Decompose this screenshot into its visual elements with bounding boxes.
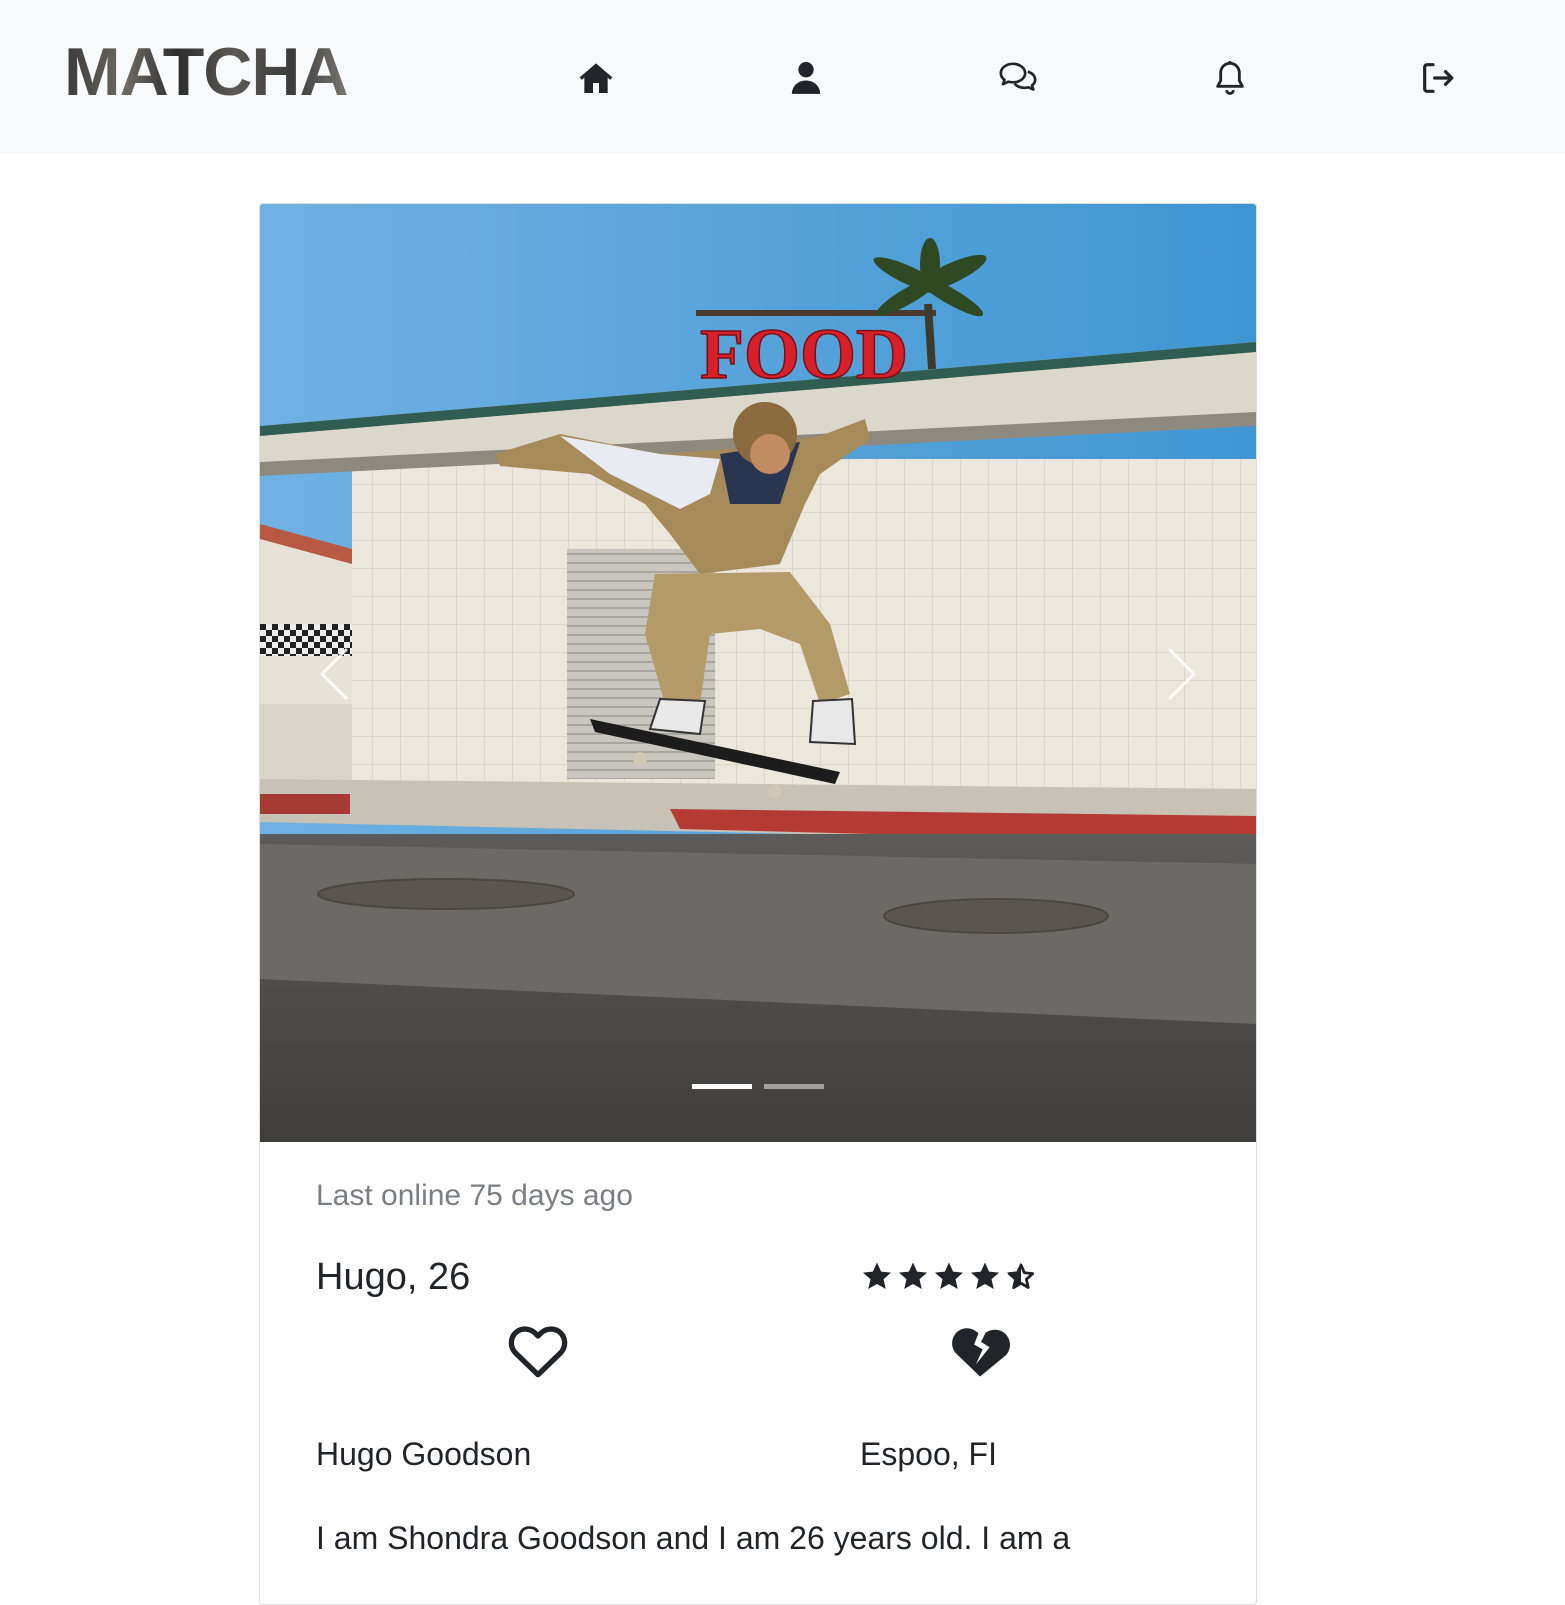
star-full-icon bbox=[934, 1262, 964, 1290]
like-heart-icon[interactable] bbox=[504, 1320, 572, 1384]
chat-icon[interactable] bbox=[996, 56, 1040, 100]
profile-full-name: Hugo Goodson bbox=[316, 1436, 532, 1472]
carousel-indicator-1[interactable] bbox=[692, 1084, 752, 1089]
dislike-broken-heart-icon[interactable] bbox=[946, 1320, 1014, 1384]
star-full-icon bbox=[862, 1262, 892, 1290]
brand-logo[interactable]: MATCHA bbox=[64, 34, 349, 110]
carousel-indicators bbox=[260, 1084, 1256, 1089]
profile-location: Espoo, FI bbox=[860, 1436, 997, 1472]
star-full-icon bbox=[970, 1262, 1000, 1290]
logout-icon[interactable] bbox=[1416, 56, 1460, 100]
profile-name-age: Hugo, 26 bbox=[316, 1256, 471, 1298]
user-icon[interactable] bbox=[784, 56, 828, 100]
profile-photo: FOOD bbox=[260, 204, 1256, 1142]
carousel-prev-icon[interactable] bbox=[306, 644, 366, 704]
profile-card: FOOD Last online 75 days ago Hugo, 26 Hu… bbox=[259, 203, 1257, 1605]
star-half-icon bbox=[1006, 1262, 1035, 1290]
rating-stars bbox=[860, 1260, 1038, 1294]
last-online-text: Last online 75 days ago bbox=[316, 1179, 633, 1212]
carousel-indicator-2[interactable] bbox=[764, 1084, 824, 1089]
navbar: MATCHA bbox=[0, 0, 1565, 154]
home-icon[interactable] bbox=[574, 56, 618, 100]
star-full-icon bbox=[898, 1262, 928, 1290]
food-sign-text: FOOD bbox=[700, 314, 908, 394]
profile-bio: I am Shondra Goodson and I am 26 years o… bbox=[316, 1520, 1071, 1556]
photo-carousel[interactable]: FOOD bbox=[260, 204, 1256, 1142]
bell-icon[interactable] bbox=[1208, 56, 1252, 100]
carousel-next-icon[interactable] bbox=[1150, 644, 1210, 704]
